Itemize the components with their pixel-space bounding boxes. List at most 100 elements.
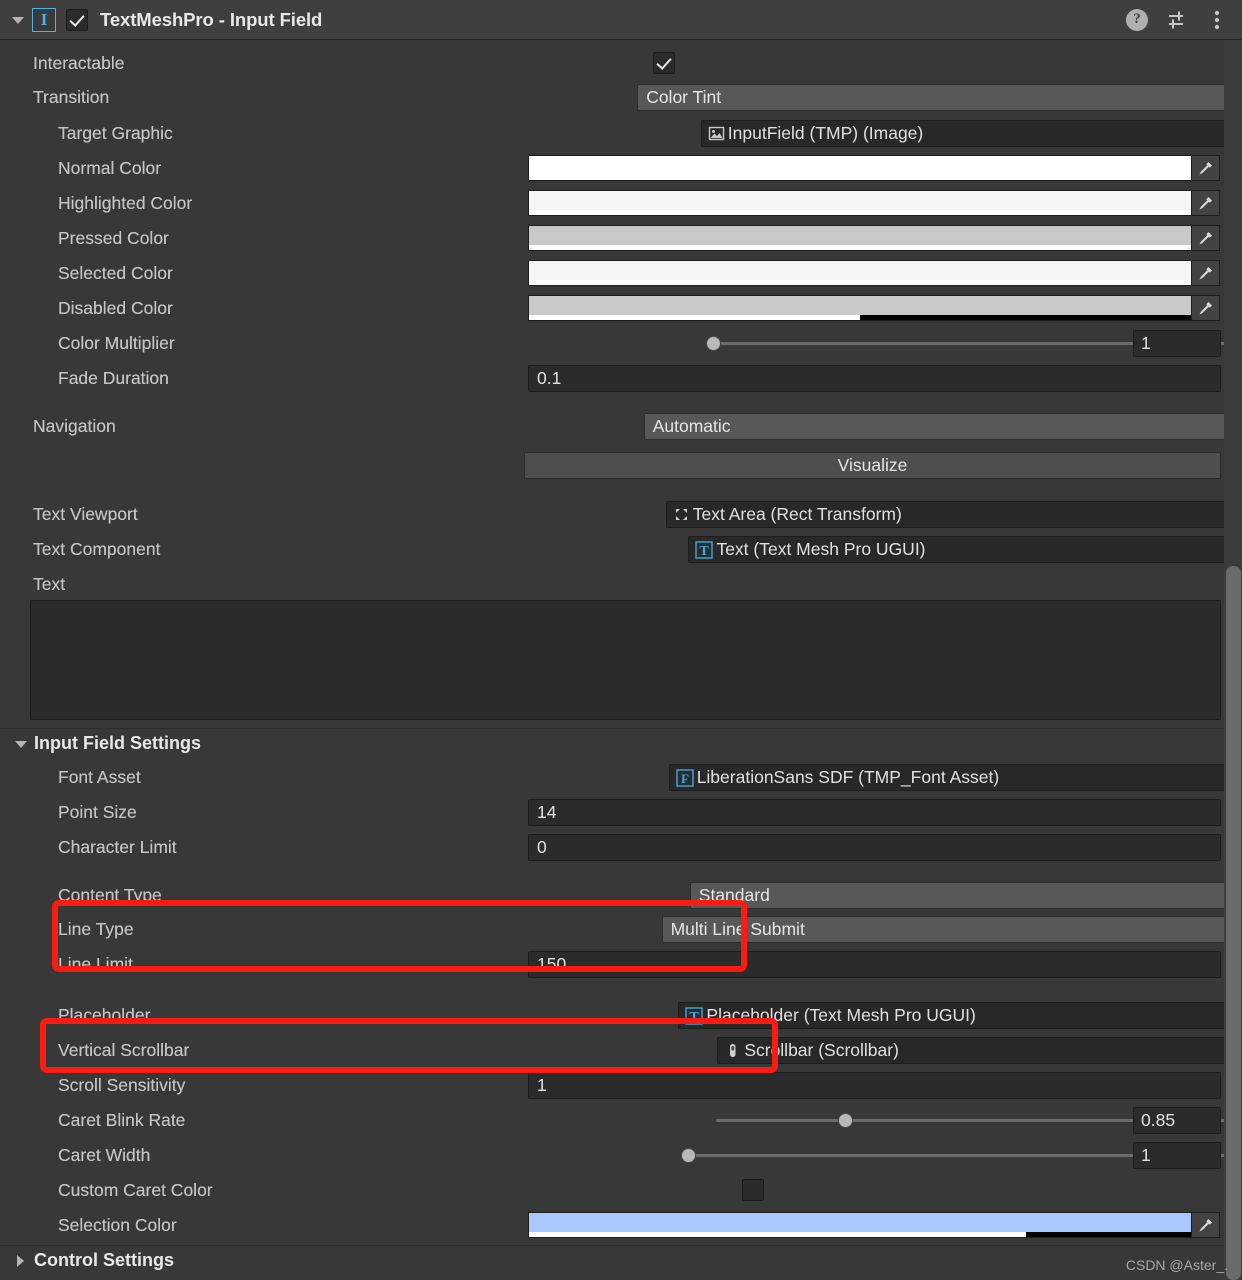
- section-input-field-settings[interactable]: Input Field Settings: [0, 728, 1242, 758]
- row-fade-duration: Fade Duration 0.1: [0, 364, 1242, 392]
- custom-caret-color-checkbox[interactable]: [741, 1179, 764, 1201]
- disabled-color-label: Disabled Color: [58, 297, 173, 318]
- row-placeholder: Placeholder T Placeholder (Text Mesh Pro…: [0, 1001, 1242, 1030]
- selected-color-swatch[interactable]: [528, 260, 1192, 286]
- row-color-multiplier: Color Multiplier 1: [0, 329, 1242, 357]
- text-textarea[interactable]: [30, 600, 1221, 720]
- row-visualize: Visualize: [0, 451, 1242, 480]
- caret-blink-rate-value[interactable]: 0.85: [1133, 1106, 1221, 1134]
- target-graphic-object-field[interactable]: InputField (TMP) (Image): [700, 120, 1242, 147]
- input-field-settings-foldout-icon[interactable]: [14, 736, 30, 752]
- placeholder-object-field[interactable]: T Placeholder (Text Mesh Pro UGUI): [678, 1002, 1242, 1029]
- point-size-label: Point Size: [58, 801, 137, 822]
- line-limit-label: Line Limit: [58, 954, 133, 974]
- text-component-object-field[interactable]: T Text (Text Mesh Pro UGUI): [688, 536, 1242, 563]
- selection-color-label: Selection Color: [58, 1214, 177, 1235]
- row-custom-caret-color: Custom Caret Color: [0, 1176, 1242, 1204]
- pressed-color-swatch[interactable]: [528, 225, 1192, 251]
- row-character-limit: Character Limit 0: [0, 833, 1242, 861]
- section-control-settings[interactable]: Control Settings: [0, 1245, 1242, 1275]
- input-field-component-icon: I: [32, 7, 56, 32]
- inspector-scrollbar-thumb[interactable]: [1226, 566, 1241, 1280]
- transition-dropdown[interactable]: Color Tint: [637, 84, 1242, 111]
- caret-width-value[interactable]: 1: [1133, 1141, 1221, 1169]
- scrollbar-icon: [724, 1042, 741, 1059]
- vertical-scrollbar-object-field[interactable]: Scrollbar (Scrollbar): [717, 1037, 1242, 1064]
- selection-color-alpha: [529, 1232, 1191, 1237]
- navigation-dropdown[interactable]: Automatic: [643, 413, 1242, 440]
- help-icon[interactable]: ?: [1126, 8, 1148, 31]
- selected-color-control: [528, 260, 1220, 286]
- row-point-size: Point Size 14: [0, 798, 1242, 826]
- row-navigation: Navigation Automatic: [0, 412, 1242, 441]
- target-graphic-value: InputField (TMP) (Image): [727, 123, 924, 143]
- component-enabled-checkbox[interactable]: [66, 8, 88, 31]
- row-normal-color: Normal Color: [0, 154, 1242, 182]
- control-settings-foldout-icon[interactable]: [14, 1253, 30, 1269]
- selection-color-control: [528, 1212, 1220, 1238]
- disabled-color-alpha: [529, 315, 1191, 320]
- row-highlighted-color: Highlighted Color: [0, 189, 1242, 217]
- content-type-dropdown[interactable]: Standard: [689, 882, 1242, 909]
- tmp-text-icon: T: [695, 540, 714, 559]
- slider-knob[interactable]: [838, 1112, 854, 1128]
- row-pressed-color: Pressed Color: [0, 224, 1242, 252]
- line-limit-input[interactable]: 150: [528, 951, 1221, 978]
- point-size-input[interactable]: 14: [528, 798, 1221, 826]
- row-transition: Transition Color Tint: [0, 83, 1242, 112]
- component-foldout-arrow-icon[interactable]: [10, 12, 26, 28]
- row-text-label: Text: [0, 572, 1242, 597]
- font-asset-label: Font Asset: [58, 767, 141, 787]
- interactable-checkbox[interactable]: [653, 52, 676, 74]
- pressed-color-label: Pressed Color: [58, 227, 169, 248]
- slider-knob[interactable]: [705, 335, 721, 351]
- row-line-type: Line Type Multi Line Submit: [0, 916, 1242, 943]
- svg-text:F: F: [681, 771, 689, 786]
- control-settings-title: Control Settings: [34, 1250, 174, 1270]
- more-menu-icon[interactable]: [1206, 9, 1228, 31]
- fade-duration-input[interactable]: 0.1: [528, 364, 1221, 392]
- normal-color-control: [528, 155, 1220, 181]
- row-content-type: Content Type Standard: [0, 882, 1242, 909]
- character-limit-input[interactable]: 0: [528, 833, 1221, 861]
- preset-icon[interactable]: [1166, 9, 1188, 31]
- scroll-sensitivity-label: Scroll Sensitivity: [58, 1074, 186, 1095]
- row-scroll-sensitivity: Scroll Sensitivity 1: [0, 1071, 1242, 1099]
- selection-color-swatch[interactable]: [528, 1212, 1192, 1238]
- line-type-dropdown[interactable]: Multi Line Submit: [661, 916, 1242, 943]
- navigation-value: Automatic: [652, 416, 731, 436]
- row-selection-color: Selection Color: [0, 1211, 1242, 1239]
- font-asset-object-field[interactable]: F LiberationSans SDF (TMP_Font Asset): [668, 764, 1242, 791]
- pressed-color-control: [528, 225, 1220, 251]
- custom-caret-color-label: Custom Caret Color: [58, 1179, 213, 1200]
- placeholder-label: Placeholder: [58, 1005, 151, 1025]
- slider-knob[interactable]: [681, 1147, 697, 1163]
- character-limit-label: Character Limit: [58, 836, 177, 857]
- eyedropper-icon[interactable]: [1192, 1212, 1220, 1238]
- row-text-viewport: Text Viewport Text Area (Rect Transform): [0, 500, 1242, 529]
- eyedropper-icon[interactable]: [1192, 190, 1220, 216]
- row-caret-width: Caret Width 1: [0, 1141, 1242, 1169]
- scroll-sensitivity-input[interactable]: 1: [528, 1071, 1221, 1099]
- row-line-limit: Line Limit 150: [0, 951, 1242, 978]
- row-target-graphic: Target Graphic InputField (TMP) (Image): [0, 119, 1242, 148]
- target-graphic-label: Target Graphic: [58, 123, 173, 143]
- normal-color-swatch[interactable]: [528, 155, 1192, 181]
- unity-inspector-panel: I TextMeshPro - Input Field ? Interactab…: [0, 0, 1242, 1280]
- eyedropper-icon[interactable]: [1192, 155, 1220, 181]
- eyedropper-icon[interactable]: [1192, 260, 1220, 286]
- row-font-asset: Font Asset F LiberationSans SDF (TMP_Fon…: [0, 763, 1242, 792]
- svg-text:T: T: [690, 1010, 700, 1025]
- svg-text:T: T: [700, 544, 710, 559]
- disabled-color-swatch[interactable]: [528, 295, 1192, 321]
- visualize-button[interactable]: Visualize: [524, 452, 1221, 479]
- row-disabled-color: Disabled Color: [0, 294, 1242, 322]
- watermark: CSDN @Aster_.: [1125, 1257, 1228, 1273]
- text-viewport-object-field[interactable]: Text Area (Rect Transform): [665, 501, 1242, 528]
- eyedropper-icon[interactable]: [1192, 295, 1220, 321]
- selected-color-alpha: [529, 280, 1191, 285]
- row-selected-color: Selected Color: [0, 259, 1242, 287]
- color-multiplier-value[interactable]: 1: [1133, 329, 1221, 357]
- highlighted-color-swatch[interactable]: [528, 190, 1192, 216]
- eyedropper-icon[interactable]: [1192, 225, 1220, 251]
